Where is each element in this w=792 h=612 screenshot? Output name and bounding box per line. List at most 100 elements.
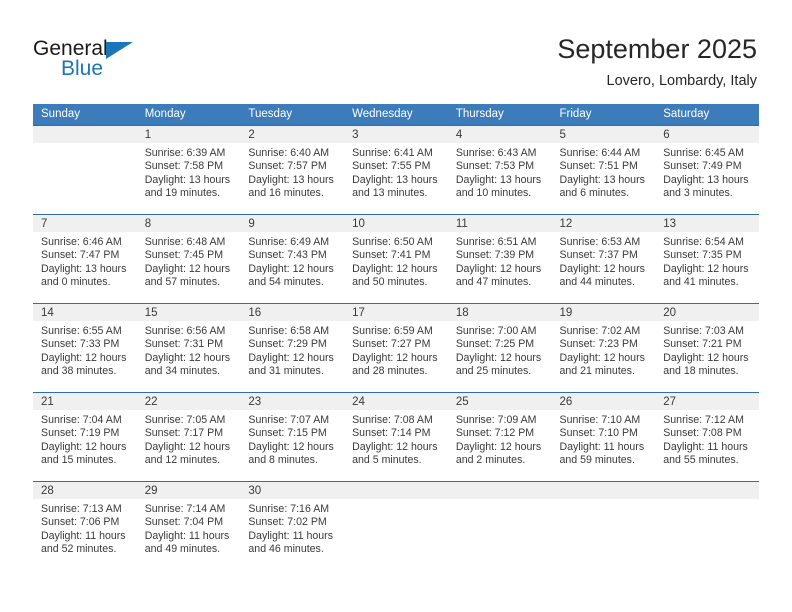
day-details: Sunrise: 6:40 AM Sunset: 7:57 PM Dayligh… bbox=[240, 143, 344, 200]
calendar-week-row: 21 Sunrise: 7:04 AM Sunset: 7:19 PM Dayl… bbox=[33, 392, 759, 482]
daylight-text-line1: Daylight: 13 hours bbox=[559, 173, 645, 186]
daylight-text-line2: and 0 minutes. bbox=[41, 275, 111, 288]
sunrise-text: Sunrise: 7:07 AM bbox=[248, 414, 330, 426]
sunset-text: Sunset: 7:43 PM bbox=[248, 249, 327, 262]
day-cell[interactable]: 2 Sunrise: 6:40 AM Sunset: 7:57 PM Dayli… bbox=[240, 125, 345, 215]
day-details: Sunrise: 6:59 AM Sunset: 7:27 PM Dayligh… bbox=[344, 321, 448, 378]
day-cell[interactable]: 16 Sunrise: 6:58 AM Sunset: 7:29 PM Dayl… bbox=[240, 303, 345, 393]
sunset-text: Sunset: 7:35 PM bbox=[663, 249, 742, 262]
day-cell[interactable]: 1 Sunrise: 6:39 AM Sunset: 7:58 PM Dayli… bbox=[136, 125, 241, 215]
sunrise-text: Sunrise: 7:12 AM bbox=[663, 414, 744, 426]
daylight-text-line2: and 25 minutes. bbox=[455, 364, 532, 377]
day-cell[interactable]: 21 Sunrise: 7:04 AM Sunset: 7:19 PM Dayl… bbox=[33, 392, 137, 482]
sunrise-text: Sunrise: 7:04 AM bbox=[41, 414, 122, 426]
day-cell[interactable]: 11 Sunrise: 6:51 AM Sunset: 7:39 PM Dayl… bbox=[447, 214, 552, 304]
day-cell[interactable]: 17 Sunrise: 6:59 AM Sunset: 7:27 PM Dayl… bbox=[344, 303, 448, 393]
weekday-header-wednesday: Wednesday bbox=[344, 104, 448, 126]
day-details: Sunrise: 7:10 AM Sunset: 7:10 PM Dayligh… bbox=[552, 410, 656, 467]
day-cell[interactable]: 22 Sunrise: 7:05 AM Sunset: 7:17 PM Dayl… bbox=[136, 392, 241, 482]
day-cell[interactable]: 18 Sunrise: 7:00 AM Sunset: 7:25 PM Dayl… bbox=[447, 303, 552, 393]
sunrise-text: Sunrise: 6:51 AM bbox=[455, 236, 537, 248]
daylight-text-line2: and 3 minutes. bbox=[663, 186, 733, 199]
sunrise-text: Sunrise: 6:54 AM bbox=[663, 236, 744, 248]
daylight-text-line1: Daylight: 12 hours bbox=[455, 440, 542, 453]
daylight-text-line1: Daylight: 12 hours bbox=[559, 351, 645, 364]
sunset-text: Sunset: 7:45 PM bbox=[144, 249, 224, 262]
daylight-text-line1: Daylight: 12 hours bbox=[663, 351, 749, 364]
day-details: Sunrise: 6:45 AM Sunset: 7:49 PM Dayligh… bbox=[655, 143, 759, 200]
daylight-text-line1: Daylight: 11 hours bbox=[41, 529, 126, 542]
sunset-text: Sunset: 7:23 PM bbox=[559, 338, 638, 351]
day-cell[interactable]: 30 Sunrise: 7:16 AM Sunset: 7:02 PM Dayl… bbox=[240, 481, 345, 570]
page-title: September 2025 bbox=[557, 34, 757, 64]
day-cell[interactable]: 10 Sunrise: 6:50 AM Sunset: 7:41 PM Dayl… bbox=[344, 214, 448, 304]
daylight-text-line2: and 8 minutes. bbox=[248, 453, 318, 466]
sunset-text: Sunset: 7:53 PM bbox=[455, 160, 535, 173]
logo-text-blue: Blue bbox=[61, 57, 104, 80]
sunrise-text: Sunrise: 6:40 AM bbox=[248, 147, 330, 159]
day-details: Sunrise: 7:03 AM Sunset: 7:21 PM Dayligh… bbox=[655, 321, 759, 378]
calendar-week-row: 14 Sunrise: 6:55 AM Sunset: 7:33 PM Dayl… bbox=[33, 303, 759, 393]
day-cell[interactable]: 23 Sunrise: 7:07 AM Sunset: 7:15 PM Dayl… bbox=[240, 392, 345, 482]
day-number: 25 bbox=[447, 393, 552, 410]
day-cell[interactable]: 7 Sunrise: 6:46 AM Sunset: 7:47 PM Dayli… bbox=[33, 214, 137, 304]
day-cell[interactable]: 8 Sunrise: 6:48 AM Sunset: 7:45 PM Dayli… bbox=[136, 214, 241, 304]
daylight-text-line2: and 5 minutes. bbox=[352, 453, 422, 466]
daylight-text-line1: Daylight: 11 hours bbox=[248, 529, 334, 542]
daylight-text-line2: and 49 minutes. bbox=[144, 542, 221, 555]
day-cell[interactable]: 24 Sunrise: 7:08 AM Sunset: 7:14 PM Dayl… bbox=[344, 392, 448, 482]
calendar-week-row: 28 Sunrise: 7:13 AM Sunset: 7:06 PM Dayl… bbox=[33, 481, 759, 570]
day-cell[interactable]: 14 Sunrise: 6:55 AM Sunset: 7:33 PM Dayl… bbox=[33, 303, 137, 393]
day-cell[interactable]: 4 Sunrise: 6:43 AM Sunset: 7:53 PM Dayli… bbox=[447, 125, 552, 215]
daylight-text-line1: Daylight: 12 hours bbox=[144, 262, 231, 275]
sunset-text: Sunset: 7:51 PM bbox=[559, 160, 638, 173]
daylight-text-line2: and 13 minutes. bbox=[352, 186, 428, 199]
day-cell[interactable]: 6 Sunrise: 6:45 AM Sunset: 7:49 PM Dayli… bbox=[655, 125, 759, 215]
daylight-text-line2: and 31 minutes. bbox=[248, 364, 324, 377]
day-cell[interactable]: 27 Sunrise: 7:12 AM Sunset: 7:08 PM Dayl… bbox=[655, 392, 759, 482]
day-cell[interactable]: 25 Sunrise: 7:09 AM Sunset: 7:12 PM Dayl… bbox=[447, 392, 552, 482]
day-cell[interactable]: 12 Sunrise: 6:53 AM Sunset: 7:37 PM Dayl… bbox=[551, 214, 656, 304]
day-cell[interactable] bbox=[655, 481, 759, 570]
day-cell[interactable]: 29 Sunrise: 7:14 AM Sunset: 7:04 PM Dayl… bbox=[136, 481, 241, 570]
day-cell[interactable]: 9 Sunrise: 6:49 AM Sunset: 7:43 PM Dayli… bbox=[240, 214, 345, 304]
daylight-text-line2: and 46 minutes. bbox=[248, 542, 324, 555]
sunset-text: Sunset: 7:21 PM bbox=[663, 338, 742, 351]
day-number: 3 bbox=[344, 126, 448, 143]
daylight-text-line2: and 6 minutes. bbox=[559, 186, 630, 199]
sunrise-text: Sunrise: 7:13 AM bbox=[41, 503, 122, 515]
day-number: 5 bbox=[551, 126, 656, 143]
weekday-header-friday: Friday bbox=[551, 104, 656, 126]
day-cell[interactable] bbox=[447, 481, 552, 570]
day-cell[interactable] bbox=[551, 481, 656, 570]
day-cell[interactable]: 13 Sunrise: 6:54 AM Sunset: 7:35 PM Dayl… bbox=[655, 214, 759, 304]
triangle-icon bbox=[106, 42, 133, 59]
day-cell[interactable]: 20 Sunrise: 7:03 AM Sunset: 7:21 PM Dayl… bbox=[655, 303, 759, 393]
sunset-text: Sunset: 7:08 PM bbox=[663, 427, 742, 440]
day-cell[interactable]: 19 Sunrise: 7:02 AM Sunset: 7:23 PM Dayl… bbox=[551, 303, 656, 393]
day-details: Sunrise: 6:51 AM Sunset: 7:39 PM Dayligh… bbox=[448, 232, 552, 289]
day-number: 18 bbox=[447, 304, 552, 321]
calendar-week-row: 1 Sunrise: 6:39 AM Sunset: 7:58 PM Dayli… bbox=[33, 125, 759, 215]
sunset-text: Sunset: 7:19 PM bbox=[41, 427, 120, 440]
daylight-text-line2: and 18 minutes. bbox=[663, 364, 739, 377]
day-cell[interactable] bbox=[33, 125, 137, 215]
day-details: Sunrise: 7:09 AM Sunset: 7:12 PM Dayligh… bbox=[448, 410, 552, 467]
day-cell[interactable]: 3 Sunrise: 6:41 AM Sunset: 7:55 PM Dayli… bbox=[344, 125, 448, 215]
sunrise-text: Sunrise: 7:09 AM bbox=[455, 414, 537, 426]
sunrise-text: Sunrise: 7:10 AM bbox=[559, 414, 641, 426]
day-cell[interactable]: 5 Sunrise: 6:44 AM Sunset: 7:51 PM Dayli… bbox=[551, 125, 656, 215]
general-blue-logo[interactable]: General Blue bbox=[33, 38, 153, 84]
sunset-text: Sunset: 7:29 PM bbox=[248, 338, 327, 351]
day-cell[interactable]: 15 Sunrise: 6:56 AM Sunset: 7:31 PM Dayl… bbox=[136, 303, 241, 393]
sunset-text: Sunset: 7:12 PM bbox=[455, 427, 535, 440]
sunset-text: Sunset: 7:49 PM bbox=[663, 160, 742, 173]
day-cell[interactable] bbox=[344, 481, 448, 570]
day-cell[interactable]: 26 Sunrise: 7:10 AM Sunset: 7:10 PM Dayl… bbox=[551, 392, 656, 482]
sunset-text: Sunset: 7:33 PM bbox=[41, 338, 120, 351]
sunrise-text: Sunrise: 6:46 AM bbox=[41, 236, 122, 248]
daylight-text-line1: Daylight: 13 hours bbox=[455, 173, 542, 186]
sunset-text: Sunset: 7:37 PM bbox=[559, 249, 638, 262]
day-cell[interactable]: 28 Sunrise: 7:13 AM Sunset: 7:06 PM Dayl… bbox=[33, 481, 137, 570]
sunset-text: Sunset: 7:04 PM bbox=[144, 516, 224, 529]
